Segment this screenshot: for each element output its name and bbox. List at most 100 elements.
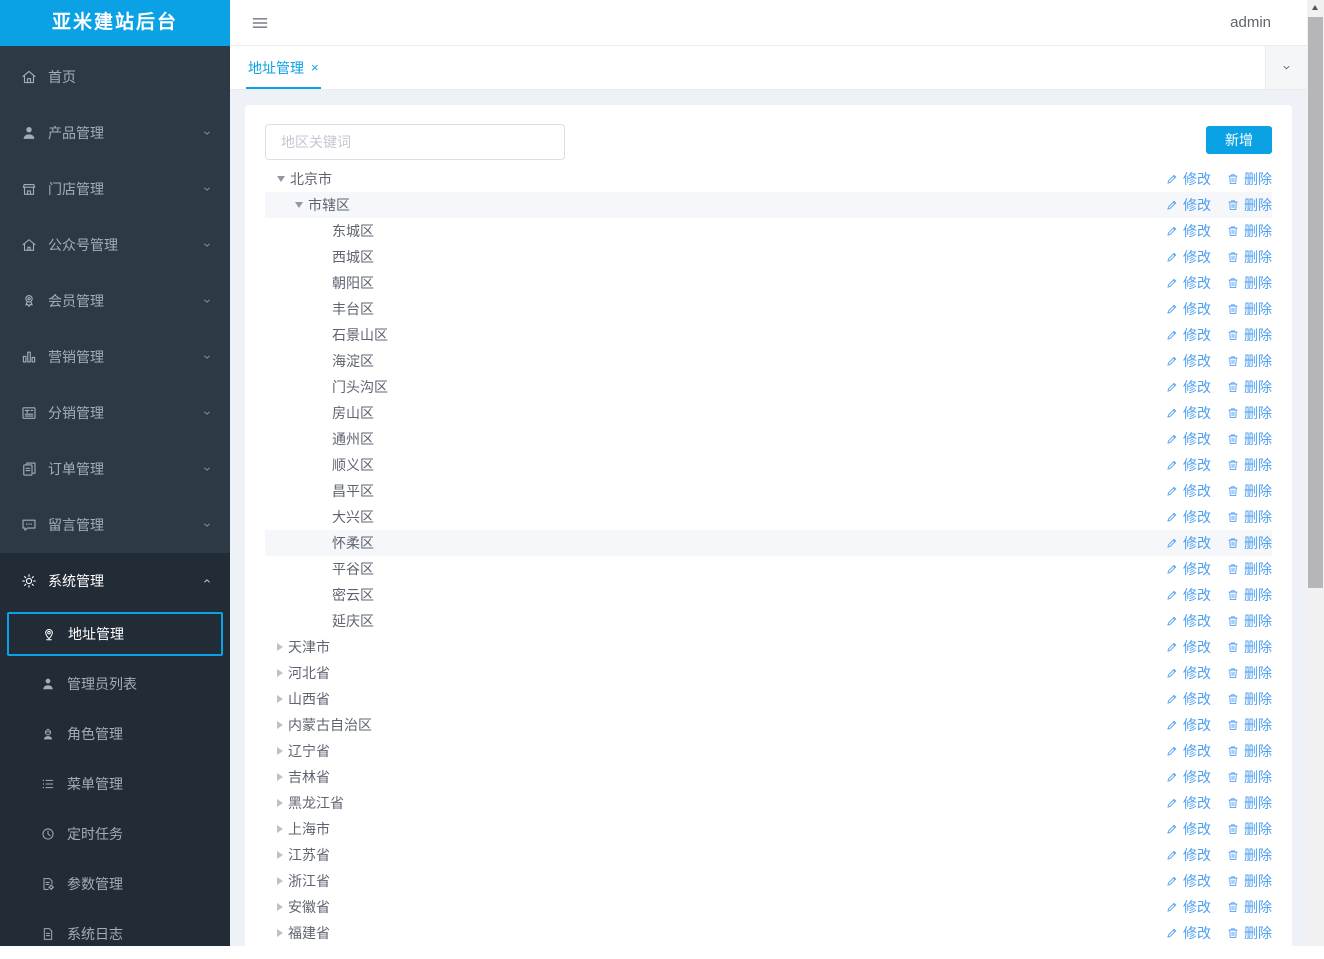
hamburger-menu-icon[interactable] <box>250 13 270 33</box>
tree-expand-arrow-icon[interactable] <box>277 695 283 703</box>
delete-link[interactable]: 删除 <box>1226 897 1272 917</box>
edit-link[interactable]: 修改 <box>1165 325 1211 345</box>
delete-link[interactable]: 删除 <box>1226 845 1272 865</box>
page-scrollbar[interactable] <box>1307 0 1324 946</box>
tree-row[interactable]: 浙江省修改删除 <box>265 868 1272 894</box>
delete-link[interactable]: 删除 <box>1226 871 1272 891</box>
scroll-up-arrow-icon[interactable] <box>1312 5 1318 10</box>
tree-expand-arrow-icon[interactable] <box>277 929 283 937</box>
tree-row[interactable]: 福建省修改删除 <box>265 920 1272 946</box>
edit-link[interactable]: 修改 <box>1165 533 1211 553</box>
tree-expand-arrow-icon[interactable] <box>277 903 283 911</box>
delete-link[interactable]: 删除 <box>1226 247 1272 267</box>
delete-link[interactable]: 删除 <box>1226 429 1272 449</box>
delete-link[interactable]: 删除 <box>1226 611 1272 631</box>
tree-row[interactable]: 吉林省修改删除 <box>265 764 1272 790</box>
sidebar-item-members[interactable]: 会员管理 <box>0 273 230 329</box>
tree-row[interactable]: 河北省修改删除 <box>265 660 1272 686</box>
tree-row[interactable]: 密云区修改删除 <box>265 582 1272 608</box>
sidebar-item-system[interactable]: 系统管理 <box>0 553 230 609</box>
tree-collapse-arrow-icon[interactable] <box>277 176 285 182</box>
sidebar-item-distribution[interactable]: 分销管理 <box>0 385 230 441</box>
delete-link[interactable]: 删除 <box>1226 169 1272 189</box>
sidebar-item-address[interactable]: 地址管理 <box>7 612 223 656</box>
sidebar-item-home[interactable]: 首页 <box>0 49 230 105</box>
scrollbar-thumb[interactable] <box>1308 17 1323 588</box>
tree-row[interactable]: 天津市修改删除 <box>265 634 1272 660</box>
delete-link[interactable]: 删除 <box>1226 793 1272 813</box>
delete-link[interactable]: 删除 <box>1226 481 1272 501</box>
tree-row[interactable]: 北京市修改删除 <box>265 166 1272 192</box>
edit-link[interactable]: 修改 <box>1165 221 1211 241</box>
sidebar-item-roles[interactable]: 角色管理 <box>0 709 230 759</box>
tree-row[interactable]: 上海市修改删除 <box>265 816 1272 842</box>
delete-link[interactable]: 删除 <box>1226 377 1272 397</box>
tree-expand-arrow-icon[interactable] <box>277 851 283 859</box>
tree-expand-arrow-icon[interactable] <box>277 877 283 885</box>
delete-link[interactable]: 删除 <box>1226 637 1272 657</box>
tree-expand-arrow-icon[interactable] <box>277 799 283 807</box>
tree-row[interactable]: 丰台区修改删除 <box>265 296 1272 322</box>
sidebar-item-messages[interactable]: 留言管理 <box>0 497 230 553</box>
tree-collapse-arrow-icon[interactable] <box>295 202 303 208</box>
tree-expand-arrow-icon[interactable] <box>277 825 283 833</box>
edit-link[interactable]: 修改 <box>1165 897 1211 917</box>
tree-row[interactable]: 江苏省修改删除 <box>265 842 1272 868</box>
delete-link[interactable]: 删除 <box>1226 767 1272 787</box>
delete-link[interactable]: 删除 <box>1226 689 1272 709</box>
tree-row[interactable]: 市辖区修改删除 <box>265 192 1272 218</box>
delete-link[interactable]: 删除 <box>1226 325 1272 345</box>
sidebar-item-marketing[interactable]: 营销管理 <box>0 329 230 385</box>
edit-link[interactable]: 修改 <box>1165 351 1211 371</box>
tree-expand-arrow-icon[interactable] <box>277 669 283 677</box>
tree-expand-arrow-icon[interactable] <box>277 747 283 755</box>
tree-row[interactable]: 安徽省修改删除 <box>265 894 1272 920</box>
delete-link[interactable]: 删除 <box>1226 403 1272 423</box>
delete-link[interactable]: 删除 <box>1226 819 1272 839</box>
sidebar-item-stores[interactable]: 门店管理 <box>0 161 230 217</box>
delete-link[interactable]: 删除 <box>1226 923 1272 943</box>
edit-link[interactable]: 修改 <box>1165 377 1211 397</box>
sidebar-item-logs[interactable]: 系统日志 <box>0 909 230 959</box>
tree-row[interactable]: 大兴区修改删除 <box>265 504 1272 530</box>
edit-link[interactable]: 修改 <box>1165 923 1211 943</box>
sidebar-item-orders[interactable]: 订单管理 <box>0 441 230 497</box>
edit-link[interactable]: 修改 <box>1165 481 1211 501</box>
tab-address-management[interactable]: 地址管理 × <box>246 46 321 89</box>
delete-link[interactable]: 删除 <box>1226 299 1272 319</box>
edit-link[interactable]: 修改 <box>1165 455 1211 475</box>
delete-link[interactable]: 删除 <box>1226 715 1272 735</box>
edit-link[interactable]: 修改 <box>1165 273 1211 293</box>
edit-link[interactable]: 修改 <box>1165 195 1211 215</box>
delete-link[interactable]: 删除 <box>1226 195 1272 215</box>
delete-link[interactable]: 删除 <box>1226 507 1272 527</box>
add-button[interactable]: 新增 <box>1206 126 1272 154</box>
sidebar-item-products[interactable]: 产品管理 <box>0 105 230 161</box>
delete-link[interactable]: 删除 <box>1226 273 1272 293</box>
edit-link[interactable]: 修改 <box>1165 741 1211 761</box>
delete-link[interactable]: 删除 <box>1226 455 1272 475</box>
search-input[interactable] <box>265 124 565 160</box>
tree-expand-arrow-icon[interactable] <box>277 773 283 781</box>
sidebar-item-menus[interactable]: 菜单管理 <box>0 759 230 809</box>
edit-link[interactable]: 修改 <box>1165 611 1211 631</box>
delete-link[interactable]: 删除 <box>1226 533 1272 553</box>
tree-row[interactable]: 黑龙江省修改删除 <box>265 790 1272 816</box>
tree-row[interactable]: 山西省修改删除 <box>265 686 1272 712</box>
edit-link[interactable]: 修改 <box>1165 585 1211 605</box>
edit-link[interactable]: 修改 <box>1165 819 1211 839</box>
edit-link[interactable]: 修改 <box>1165 299 1211 319</box>
edit-link[interactable]: 修改 <box>1165 169 1211 189</box>
tree-row[interactable]: 平谷区修改删除 <box>265 556 1272 582</box>
tab-close-icon[interactable]: × <box>311 61 319 74</box>
edit-link[interactable]: 修改 <box>1165 715 1211 735</box>
delete-link[interactable]: 删除 <box>1226 663 1272 683</box>
tree-row[interactable]: 通州区修改删除 <box>265 426 1272 452</box>
edit-link[interactable]: 修改 <box>1165 767 1211 787</box>
edit-link[interactable]: 修改 <box>1165 247 1211 267</box>
tree-row[interactable]: 朝阳区修改删除 <box>265 270 1272 296</box>
tree-row[interactable]: 顺义区修改删除 <box>265 452 1272 478</box>
edit-link[interactable]: 修改 <box>1165 637 1211 657</box>
tree-row[interactable]: 房山区修改删除 <box>265 400 1272 426</box>
tree-expand-arrow-icon[interactable] <box>277 721 283 729</box>
